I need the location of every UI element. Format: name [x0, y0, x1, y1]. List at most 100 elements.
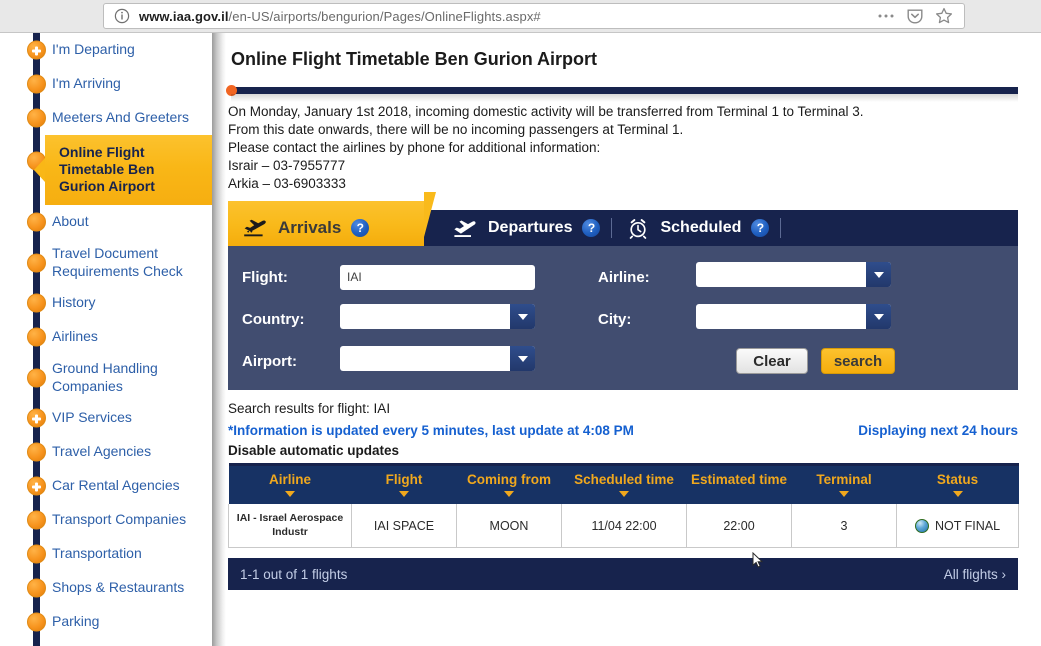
cell-coming-from: MOON [456, 504, 562, 549]
sidebar-item-label: Transportation [52, 545, 142, 562]
notice-line: From this date onwards, there will be no… [228, 122, 684, 138]
sidebar-divider-shadow [212, 33, 226, 646]
sidebar-item-shops-and-restaurants[interactable]: Shops & Restaurants [0, 571, 212, 605]
column-header-flight[interactable]: Flight [351, 463, 457, 505]
sidebar-item-label: About [52, 213, 89, 230]
sidebar-item-car-rental-agencies[interactable]: Car Rental Agencies [0, 469, 212, 503]
sort-chevron-down-icon[interactable] [619, 491, 629, 498]
cell-scheduled-time: 11/04 22:00 [561, 504, 687, 549]
clear-button[interactable]: Clear [736, 348, 808, 375]
ellipsis-icon[interactable] [877, 8, 895, 24]
sidebar-item-meeters-and-greeters[interactable]: Meeters And Greeters [0, 101, 212, 135]
table-row[interactable]: IAI - Israel Aerospace Industr IAI SPACE… [228, 504, 1019, 549]
plane-landing-icon [242, 217, 268, 239]
tab-arrivals-label: Arrivals [278, 218, 342, 238]
main-content: Online Flight Timetable Ben Gurion Airpo… [226, 33, 1041, 646]
sidebar-nav: I'm Departing I'm Arriving Meeters And G… [0, 33, 223, 646]
flight-input[interactable] [340, 264, 535, 290]
column-header-coming-from[interactable]: Coming from [456, 463, 562, 505]
column-label: Status [936, 472, 979, 488]
blue-orb-icon [914, 518, 929, 533]
sidebar-selected-callout[interactable]: Online Flight Timetable Ben Gurion Airpo… [45, 135, 223, 216]
disable-auto-updates-link[interactable]: Disable automatic updates [228, 443, 1018, 458]
sidebar-item-label: Travel Agencies [52, 443, 152, 460]
sidebar-item-online-flight-timetable[interactable]: Online Flight Timetable Ben Gurion Airpo… [0, 135, 223, 216]
all-flights-link[interactable]: All flights › [944, 567, 1006, 582]
airline-select[interactable] [696, 262, 891, 288]
sidebar-item-ground-handling-companies[interactable]: Ground Handling Companies [0, 354, 212, 401]
address-bar[interactable]: www.iaa.gov.il/en-US/airports/bengurion/… [103, 3, 965, 29]
sidebar-item-history[interactable]: History [0, 286, 212, 320]
tab-arrivals[interactable]: Arrivals ? [228, 192, 436, 247]
column-label: Estimated time [690, 472, 788, 488]
column-label: Airline [268, 472, 311, 488]
country-select[interactable] [340, 304, 535, 330]
dot-marker-icon [27, 327, 46, 347]
sort-chevron-down-icon[interactable] [952, 491, 963, 498]
column-header-scheduled-time[interactable]: Scheduled time [561, 463, 687, 505]
sidebar-item-airlines[interactable]: Airlines [0, 320, 212, 354]
search-results-heading: Search results for flight: IAI [228, 401, 391, 417]
sidebar-item-label: I'm Departing [52, 41, 135, 58]
dot-marker-icon [27, 74, 46, 94]
sort-chevron-down-icon[interactable] [839, 491, 849, 498]
table-header-row: Airline Flight Coming from Scheduled tim… [228, 463, 1019, 505]
info-icon[interactable] [114, 8, 130, 24]
chevron-down-icon [866, 304, 891, 330]
flight-mode-tabs: Arrivals ? Departures ? Scheduled ? [228, 192, 1018, 247]
tab-departures[interactable]: Departures ? [438, 210, 611, 246]
flight-search-form: Flight: Airline: Country: [228, 246, 1018, 391]
column-header-airline[interactable]: Airline [228, 463, 352, 505]
sidebar-item-about[interactable]: About [0, 205, 212, 239]
dot-marker-icon [27, 612, 46, 632]
sidebar-item-travel-document-requirements-check[interactable]: Travel Document Requirements Check [0, 239, 212, 286]
sort-chevron-down-icon[interactable] [504, 491, 514, 498]
flight-label: Flight: [242, 268, 288, 286]
page-title: Online Flight Timetable Ben Gurion Airpo… [231, 49, 598, 69]
column-header-terminal[interactable]: Terminal [791, 463, 897, 505]
help-icon[interactable]: ? [351, 219, 370, 238]
pocket-icon[interactable] [906, 7, 924, 25]
column-label: Scheduled time [574, 472, 674, 488]
help-icon[interactable]: ? [751, 219, 770, 238]
title-divider [226, 85, 1018, 102]
dot-marker-icon [27, 578, 46, 598]
sidebar-item-im-arriving[interactable]: I'm Arriving [0, 67, 212, 101]
cell-terminal: 3 [791, 504, 897, 549]
url-path: /en-US/airports/bengurion/Pages/OnlineFl… [228, 8, 541, 24]
flights-table: Airline Flight Coming from Scheduled tim… [228, 463, 1019, 549]
city-select[interactable] [696, 304, 891, 330]
city-label: City: [598, 310, 632, 328]
column-header-status[interactable]: Status [896, 463, 1019, 505]
sidebar-item-label: History [52, 294, 96, 311]
sort-chevron-down-icon[interactable] [399, 491, 409, 498]
status-badge: NOT FINAL [934, 518, 1001, 533]
alarm-clock-icon [626, 217, 650, 240]
sort-chevron-down-icon[interactable] [285, 491, 295, 498]
sidebar-item-label: I'm Arriving [52, 75, 121, 92]
dot-marker-icon [27, 544, 46, 564]
help-icon[interactable]: ? [582, 219, 601, 238]
displaying-range: Displaying next 24 hours [858, 423, 1018, 439]
column-label: Terminal [816, 472, 872, 488]
cell-status: NOT FINAL [896, 504, 1019, 549]
flight-count: 1-1 out of 1 flights [240, 566, 348, 582]
browser-toolbar: www.iaa.gov.il/en-US/airports/bengurion/… [0, 0, 1041, 33]
airport-select[interactable] [340, 346, 535, 372]
all-flights-label: All flights [943, 566, 998, 582]
plus-marker-icon [27, 408, 46, 428]
sidebar-item-vip-services[interactable]: VIP Services [0, 401, 212, 435]
sidebar-item-im-departing[interactable]: I'm Departing [0, 33, 212, 67]
star-icon[interactable] [935, 7, 953, 25]
sidebar-item-transport-companies[interactable]: Transport Companies [0, 503, 212, 537]
column-header-estimated-time[interactable]: Estimated time [686, 463, 792, 505]
search-button[interactable]: search [821, 348, 895, 375]
sidebar-item-travel-agencies[interactable]: Travel Agencies [0, 435, 212, 469]
sidebar-item-transportation[interactable]: Transportation [0, 537, 212, 571]
country-label: Country: [242, 310, 305, 328]
update-note: *Information is updated every 5 minutes,… [228, 423, 634, 439]
tab-scheduled[interactable]: Scheduled ? [612, 210, 780, 246]
chevron-down-icon [510, 304, 535, 330]
sidebar-item-parking[interactable]: Parking [0, 605, 212, 639]
column-label: Flight [385, 472, 423, 488]
